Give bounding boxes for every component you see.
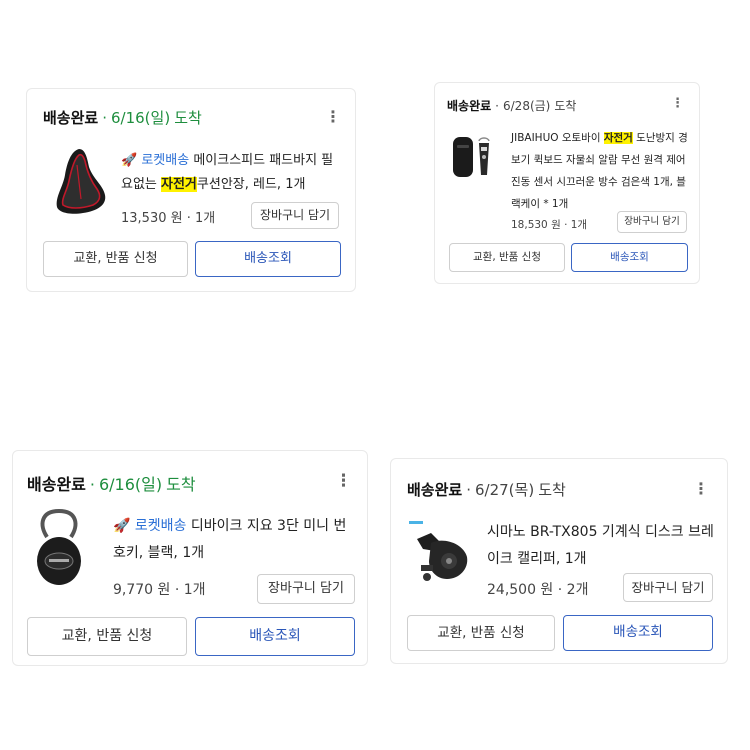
disc-brake-caliper-icon[interactable] [409,525,475,589]
more-vertical-icon[interactable]: ⋮ [335,473,352,490]
title-text: JIBAIHUO 오토바이 [511,132,604,144]
return-exchange-button[interactable]: 교환, 반품 신청 [407,615,555,651]
alarm-with-remote-icon[interactable] [449,133,497,181]
title-text-rest: 쿠션안장, 레드, 1개 [196,177,306,192]
track-delivery-button[interactable]: 배송조회 [571,243,688,272]
product-title[interactable]: 🚀 로켓배송 메이크스피드 패드바지 필요없는 자전거쿠션안장, 레드, 1개 [121,149,341,197]
delivery-status: 배송완료 [43,109,99,127]
delivery-date: 6/27(목) [474,481,535,499]
order-header: 배송완료 · 6/16(일) 도착 [27,471,196,495]
track-delivery-button[interactable]: 배송조회 [195,617,355,656]
order-card: 배송완료 · 6/27(목) 도착 ⋮ 시마노 BR-TX805 기계식 디스크… [390,458,728,664]
delivery-date: 6/28(금) [503,99,551,113]
order-card: 배송완료 · 6/16(일) 도착 ⋮ 🚀 로켓배송 디바이크 지요 3단 미니… [12,450,368,666]
order-header: 배송완료 · 6/27(목) 도착 [407,479,566,500]
rocket-delivery-badge: 🚀 로켓배송 [121,153,190,168]
price-quantity: 24,500 원 · 2개 [487,582,589,598]
delivery-date: 6/16(일) [110,109,171,127]
order-header: 배송완료 · 6/28(금) 도착 [447,97,576,114]
more-vertical-icon[interactable]: ⋮ [325,109,341,125]
arrive-label: 도착 [554,99,577,113]
arrive-label: 도착 [538,481,566,499]
price-quantity: 13,530 원 · 1개 [121,211,216,226]
title-highlight: 자전거 [161,177,197,192]
track-delivery-button[interactable]: 배송조회 [195,241,341,277]
order-header: 배송완료 · 6/16(일) 도착 [43,107,202,128]
image-indicator [409,521,423,524]
product-title[interactable]: 시마노 BR-TX805 기계식 디스크 브레이크 캘리퍼, 1개 [487,519,717,573]
arrive-label: 도착 [166,475,196,494]
delivery-status: 배송완료 [27,475,86,494]
header-separator: · [102,109,107,127]
more-vertical-icon[interactable]: ⋮ [671,97,684,110]
price-quantity: 18,530 원 · 1개 [511,219,588,231]
header-separator: · [495,99,499,113]
product-title[interactable]: 🚀 로켓배송 디바이크 지요 3단 미니 번호키, 블랙, 1개 [113,513,353,567]
price-quantity: 9,770 원 · 1개 [113,582,206,598]
order-card: 배송완료 · 6/16(일) 도착 ⋮ 🚀 로켓배송 메이크스피드 패드바지 필… [26,88,356,292]
rocket-delivery-badge: 🚀 로켓배송 [113,518,187,534]
arrive-label: 도착 [174,109,202,127]
order-card: 배송완료 · 6/28(금) 도착 ⋮ JIBAIHUO 오토바이 자전거 도난… [434,82,700,284]
add-to-cart-button[interactable]: 장바구니 담기 [623,573,713,602]
return-exchange-button[interactable]: 교환, 반품 신청 [43,241,188,277]
more-vertical-icon[interactable]: ⋮ [693,481,709,497]
cable-lock-icon[interactable] [29,507,89,591]
add-to-cart-button[interactable]: 장바구니 담기 [251,202,339,229]
delivery-status: 배송완료 [407,481,463,499]
return-exchange-button[interactable]: 교환, 반품 신청 [449,243,565,272]
header-separator: · [89,475,95,494]
add-to-cart-button[interactable]: 장바구니 담기 [257,574,355,604]
product-title[interactable]: JIBAIHUO 오토바이 자전거 도난방지 경보기 퀵보드 자물쇠 알람 무선… [511,127,691,215]
delivery-status: 배송완료 [447,99,492,113]
delivery-date: 6/16(일) [98,475,163,494]
track-delivery-button[interactable]: 배송조회 [563,615,713,651]
return-exchange-button[interactable]: 교환, 반품 신청 [27,617,187,656]
title-highlight: 자전거 [603,132,633,144]
header-separator: · [466,481,471,499]
bicycle-saddle-icon[interactable] [49,145,113,217]
add-to-cart-button[interactable]: 장바구니 담기 [617,211,687,233]
title-text: 시마노 BR-TX805 기계식 디스크 브레이크 캘리퍼, 1개 [487,524,714,567]
